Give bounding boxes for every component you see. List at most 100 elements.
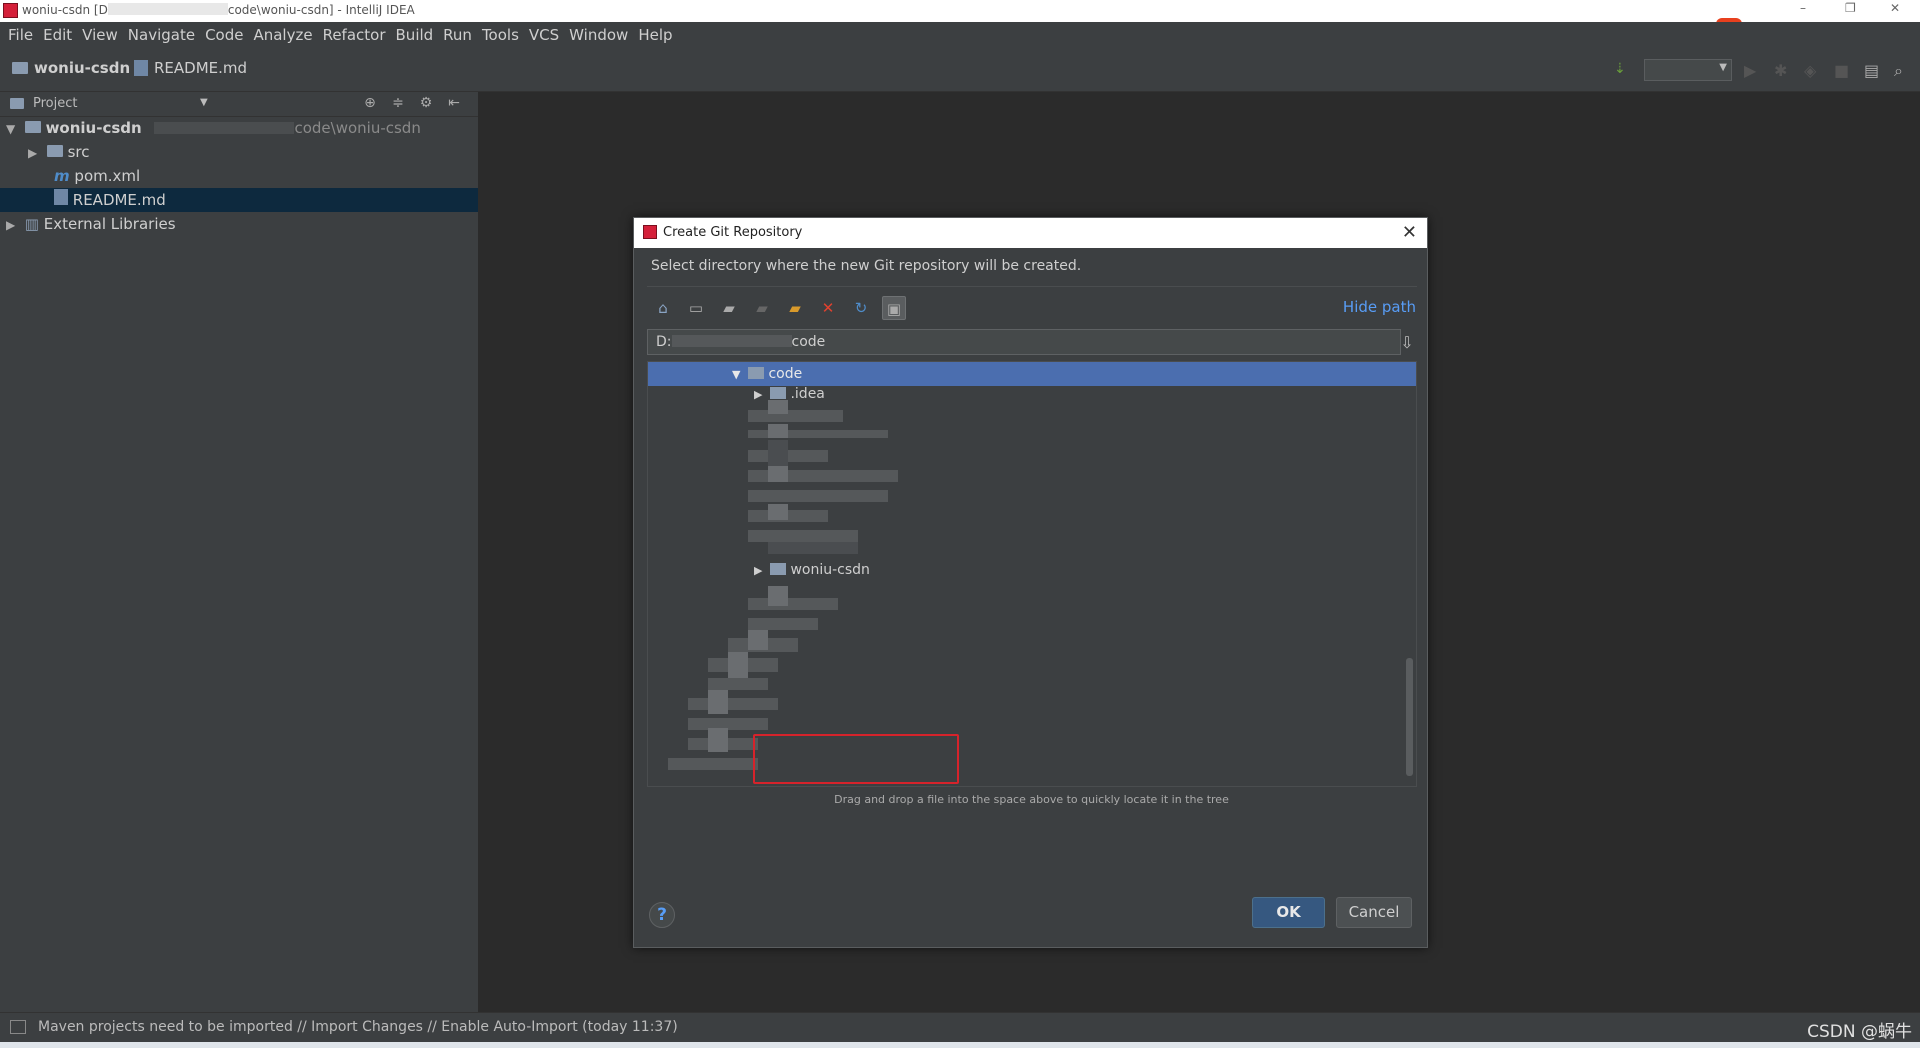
project-view-selector[interactable]: Project xyxy=(33,96,77,111)
menu-tools[interactable]: Tools xyxy=(482,26,519,44)
dialog-title: Create Git Repository xyxy=(663,225,803,240)
project-structure-icon[interactable]: ▤ xyxy=(1864,61,1882,80)
menu-view[interactable]: View xyxy=(82,26,118,44)
menu-run[interactable]: Run xyxy=(443,26,472,44)
search-icon[interactable]: ⌕ xyxy=(1894,61,1912,80)
redacted-path xyxy=(671,335,792,347)
redacted-row xyxy=(768,542,858,554)
watermark: CSDN @蜗牛 xyxy=(1807,1022,1912,1042)
tree-node-label: woniu-csdn xyxy=(790,562,870,578)
navigation-bar: woniu-csdn README.md ⇣ ▶ ✱ ◈ ■ ▤ ⌕ xyxy=(0,48,1920,92)
window-title-bar: woniu-csdn [D code\woniu-csdn] - IntelliJ… xyxy=(0,0,1920,22)
menu-code[interactable]: Code xyxy=(205,26,243,44)
coverage-icon[interactable]: ◈ xyxy=(1804,61,1822,80)
expanded-arrow-icon[interactable]: ▼ xyxy=(6,117,20,141)
menu-file[interactable]: File xyxy=(8,26,33,44)
path-input[interactable]: D: code xyxy=(647,329,1401,355)
expanded-arrow-icon[interactable]: ▼ xyxy=(732,368,740,381)
directory-tree[interactable]: ▼ code ▶ .idea ▶ woniu-csdn xyxy=(647,361,1417,787)
redacted-row xyxy=(748,618,818,630)
tree-item-label: src xyxy=(67,143,90,161)
redacted-row xyxy=(708,728,728,752)
path-prefix: D: xyxy=(656,334,672,350)
module-folder-icon[interactable]: ▰ xyxy=(750,296,774,320)
menu-navigate[interactable]: Navigate xyxy=(128,26,195,44)
project-folder-icon[interactable]: ▰ xyxy=(717,296,741,320)
cancel-button[interactable]: Cancel xyxy=(1336,897,1412,928)
breadcrumb-file[interactable]: README.md xyxy=(134,59,247,77)
gear-icon[interactable]: ⚙ xyxy=(418,95,434,111)
new-folder-icon[interactable]: ▰ xyxy=(783,296,807,320)
tool-windows-icon[interactable] xyxy=(10,1020,26,1034)
breadcrumb-project[interactable]: woniu-csdn xyxy=(12,59,130,77)
tree-item-readme[interactable]: README.md xyxy=(0,188,478,212)
hide-panel-icon[interactable]: ⇤ xyxy=(446,95,462,111)
tree-item-external-libraries[interactable]: ▶ ▥ External Libraries xyxy=(6,212,176,236)
minimize-button[interactable]: – xyxy=(1800,1,1806,15)
drag-drop-hint: Drag and drop a file into the space abov… xyxy=(834,793,1229,806)
refresh-icon[interactable]: ↻ xyxy=(849,296,873,320)
dialog-prompt: Select directory where the new Git repos… xyxy=(651,258,1082,274)
dialog-title-bar: Create Git Repository ✕ xyxy=(634,218,1427,248)
tree-item-label: woniu-csdn xyxy=(45,119,142,137)
redacted-row xyxy=(768,440,788,468)
redacted-row xyxy=(768,586,788,606)
tree-item-woniu-csdn[interactable]: ▼ woniu-csdn code\woniu-csdn xyxy=(6,116,421,140)
chevron-down-icon[interactable]: ▼ xyxy=(200,97,208,108)
run-configuration-select[interactable] xyxy=(1644,59,1732,81)
redacted-row xyxy=(748,530,858,542)
help-button[interactable]: ? xyxy=(649,902,675,928)
libraries-icon: ▥ xyxy=(24,215,39,233)
collapsed-arrow-icon[interactable]: ▶ xyxy=(6,213,20,237)
menu-refactor[interactable]: Refactor xyxy=(323,26,386,44)
run-icon[interactable]: ▶ xyxy=(1744,61,1762,80)
menu-edit[interactable]: Edit xyxy=(43,26,72,44)
folder-icon xyxy=(770,387,787,399)
stop-icon[interactable]: ■ xyxy=(1834,61,1852,80)
tree-node-woniu-csdn[interactable]: ▶ woniu-csdn xyxy=(648,558,1416,582)
redacted-row xyxy=(748,510,828,522)
status-message[interactable]: Maven projects need to be imported // Im… xyxy=(38,1019,678,1035)
tree-item-src[interactable]: ▶ src xyxy=(28,140,89,164)
collapsed-arrow-icon[interactable]: ▶ xyxy=(28,141,42,165)
tree-item-label: External Libraries xyxy=(43,215,176,233)
path-history-icon[interactable]: ⇩ xyxy=(1398,333,1416,353)
hide-path-link[interactable]: Hide path xyxy=(1343,298,1416,316)
create-git-repository-dialog: Create Git Repository ✕ Select directory… xyxy=(633,217,1428,948)
debug-icon[interactable]: ✱ xyxy=(1774,61,1792,80)
tree-item-pom[interactable]: m pom.xml xyxy=(54,164,140,188)
delete-icon[interactable]: ✕ xyxy=(816,296,840,320)
home-icon[interactable]: ⌂ xyxy=(651,296,675,320)
redacted-row xyxy=(708,678,768,690)
restore-button[interactable]: ❐ xyxy=(1845,1,1856,15)
redacted-path xyxy=(107,3,228,15)
menu-build[interactable]: Build xyxy=(396,26,434,44)
module-folder-icon xyxy=(24,121,41,133)
folder-icon xyxy=(748,367,765,379)
taskbar xyxy=(0,1042,1920,1048)
desktop-icon[interactable]: ▭ xyxy=(684,296,708,320)
build-icon[interactable]: ⇣ xyxy=(1614,61,1632,79)
close-window-button[interactable]: ✕ xyxy=(1890,1,1900,15)
show-hidden-files-icon[interactable]: ▣ xyxy=(882,296,906,320)
redacted-row xyxy=(768,424,788,438)
menu-analyze[interactable]: Analyze xyxy=(253,26,312,44)
menu-help[interactable]: Help xyxy=(638,26,672,44)
tree-node-idea[interactable]: ▶ .idea xyxy=(648,382,1416,406)
menu-window[interactable]: Window xyxy=(569,26,628,44)
tree-item-label: README.md xyxy=(72,191,166,209)
close-icon[interactable]: ✕ xyxy=(1402,222,1417,243)
project-view-icon xyxy=(10,98,24,109)
status-bar: Maven projects need to be imported // Im… xyxy=(0,1012,1920,1042)
collapsed-arrow-icon[interactable]: ▶ xyxy=(754,564,762,577)
ok-button[interactable]: OK xyxy=(1252,897,1325,928)
redacted-row xyxy=(748,410,843,422)
collapse-all-icon[interactable]: ≑ xyxy=(390,95,406,111)
redacted-row xyxy=(688,698,778,710)
markdown-file-icon xyxy=(54,189,68,205)
collapsed-arrow-icon[interactable]: ▶ xyxy=(754,388,762,401)
annotation-highlight xyxy=(753,734,959,784)
menu-vcs[interactable]: VCS xyxy=(529,26,559,44)
tree-scrollbar[interactable] xyxy=(1406,658,1413,776)
locate-icon[interactable]: ⊕ xyxy=(362,95,378,111)
